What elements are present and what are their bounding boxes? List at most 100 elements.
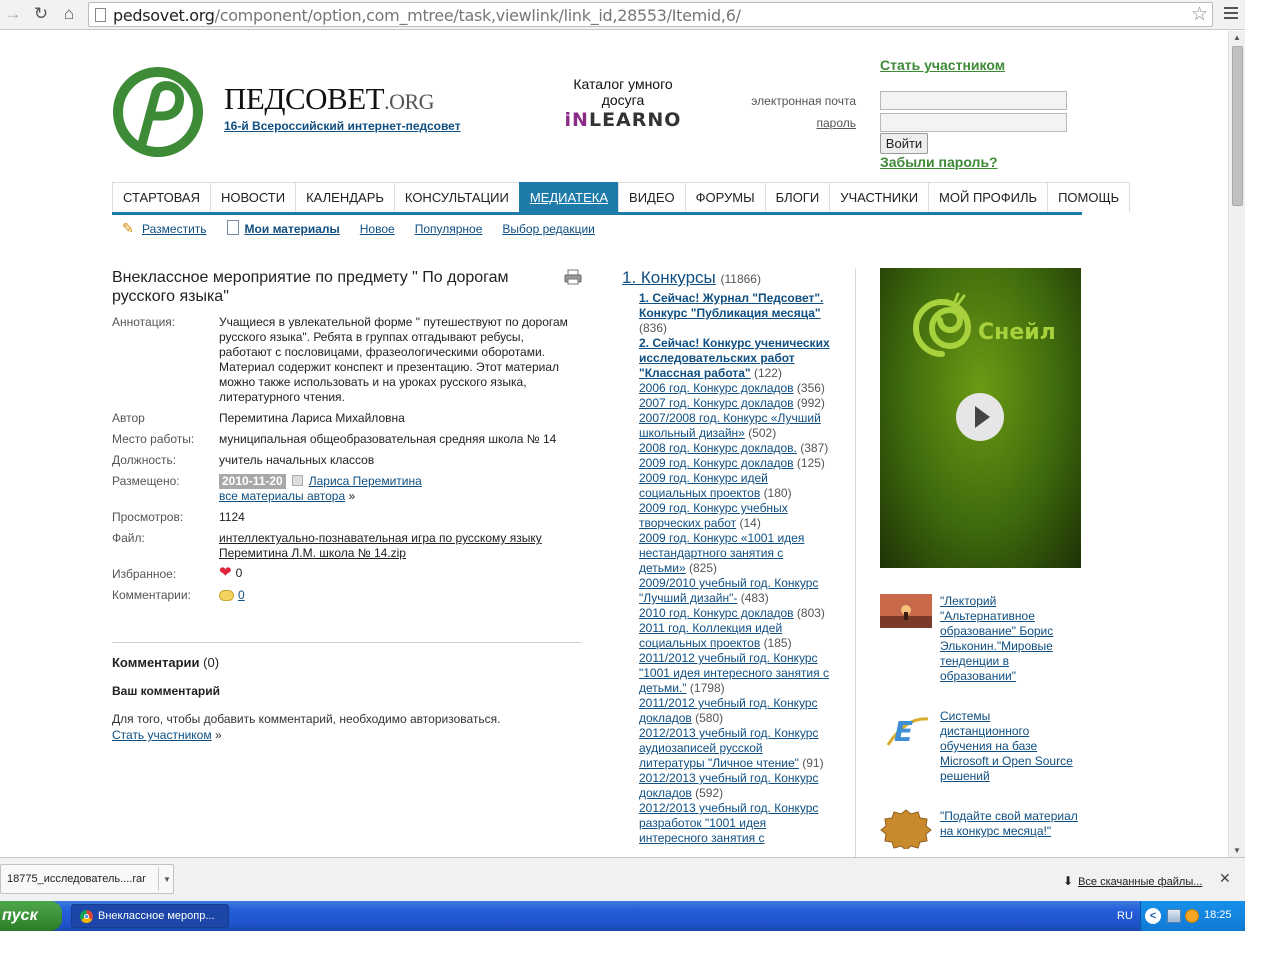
pedsovet-logo-icon[interactable] xyxy=(112,66,204,158)
promo-lectorium[interactable]: "Лекторий "Альтернативное образование" Б… xyxy=(880,594,1080,684)
all-downloads-link[interactable]: ⬇ Все скачанные файлы... xyxy=(1063,874,1202,888)
category-item-link[interactable]: 2006 год. Конкурс докладов xyxy=(639,381,794,395)
nav-start[interactable]: СТАРТОВАЯ xyxy=(112,182,210,212)
email-field[interactable] xyxy=(880,91,1067,110)
subnav-my-materials[interactable]: Мои материалы xyxy=(245,222,340,236)
taskbar-window-button[interactable]: Внеклассное меропр... xyxy=(71,904,229,928)
page-viewport: ПЕДСОВЕТ.ORG 16-й Всероссийский интернет… xyxy=(0,31,1228,857)
comments-count-link[interactable]: 0 xyxy=(238,588,245,602)
site-name[interactable]: ПЕДСОВЕТ.ORG xyxy=(224,81,435,117)
nav-members[interactable]: УЧАСТНИКИ xyxy=(829,182,929,212)
start-button[interactable]: пуск xyxy=(0,901,62,931)
reload-icon[interactable]: ↻ xyxy=(30,4,52,24)
nav-calendar[interactable]: КАЛЕНДАРЬ xyxy=(295,182,394,212)
password-field[interactable] xyxy=(880,113,1067,132)
inlearno-logo: iNLEARNO xyxy=(564,109,682,131)
subnav-new[interactable]: Новое xyxy=(360,222,395,236)
download-item[interactable]: 18775_исследователь....rar ▼ xyxy=(0,864,174,894)
category-item-link[interactable]: 2011 год. Коллекция идей социальных прое… xyxy=(639,621,782,650)
nav-forums[interactable]: ФОРУМЫ xyxy=(684,182,765,212)
category-item-count: (185) xyxy=(763,636,792,650)
favorites-value: ❤ 0 xyxy=(219,564,243,581)
scroll-up-icon[interactable]: ▲ xyxy=(1233,33,1241,42)
file-download-link[interactable]: интеллектуально-познавательная игра по р… xyxy=(219,531,564,561)
nav-my-profile[interactable]: МОЙ ПРОФИЛЬ xyxy=(928,182,1048,212)
category-item-link[interactable]: 2011/2012 учебный год. Конкурс "1001 иде… xyxy=(639,651,829,695)
category-item: 2006 год. Конкурс докладов (356) xyxy=(639,381,832,396)
subnav-popular[interactable]: Популярное xyxy=(415,222,483,236)
all-author-materials-link[interactable]: все материалы автора xyxy=(219,489,345,503)
category-item-link[interactable]: 2012/2013 учебный год. Конкурс разработо… xyxy=(639,801,818,845)
category-item: 2007/2008 год. Конкурс «Лучший школьный … xyxy=(639,411,832,441)
category-item-link[interactable]: 1. Сейчас! Журнал "Педсовет". Конкурс "П… xyxy=(639,291,823,320)
bookmark-star-icon[interactable]: ☆ xyxy=(1191,3,1208,26)
network-icon[interactable] xyxy=(1167,909,1181,923)
posted-date: 2010-11-20 xyxy=(219,474,286,489)
category-item: 2011 год. Коллекция идей социальных прое… xyxy=(639,621,832,651)
category-item-link[interactable]: 2007/2008 год. Конкурс «Лучший школьный … xyxy=(639,411,821,440)
category-item: 2011/2012 учебный год. Конкурс докладов … xyxy=(639,696,832,726)
promo-distance-learning[interactable]: E Системы дистанционного обучения на баз… xyxy=(880,709,1080,784)
tray-app-icon[interactable] xyxy=(1185,909,1199,923)
category-item-link[interactable]: 2009 год. Конкурс докладов xyxy=(639,456,794,470)
svg-text:E: E xyxy=(894,715,913,748)
category-items: 1. Сейчас! Журнал "Педсовет". Конкурс "П… xyxy=(639,291,832,846)
tray-arrow-icon[interactable]: < xyxy=(1145,908,1161,924)
scrollbar-thumb[interactable] xyxy=(1232,46,1243,206)
main-navigation: СТАРТОВАЯ НОВОСТИ КАЛЕНДАРЬ КОНСУЛЬТАЦИИ… xyxy=(112,182,1131,215)
category-item-link[interactable]: 2009 год. Конкурс «1001 идея нестандартн… xyxy=(639,531,804,575)
nav-mediateka[interactable]: МЕДИАТЕКА xyxy=(518,182,619,212)
heart-icon[interactable]: ❤ xyxy=(219,564,232,581)
category-item-link[interactable]: 2009 год. Конкурс учебных творческих раб… xyxy=(639,501,788,530)
category-item-count: (483) xyxy=(740,591,769,605)
tagline-link[interactable]: 16-й Всероссийский интернет-педсовет xyxy=(224,119,461,133)
nav-consultations[interactable]: КОНСУЛЬТАЦИИ xyxy=(393,182,519,212)
category-item-link[interactable]: 2011/2012 учебный год. Конкурс докладов xyxy=(639,696,818,725)
nav-blogs[interactable]: БЛОГИ xyxy=(764,182,830,212)
category-item-link[interactable]: 2. Сейчас! Конкурс ученических исследова… xyxy=(639,336,830,380)
register-link[interactable]: Стать участником xyxy=(880,57,1005,73)
nav-video[interactable]: ВИДЕО xyxy=(618,182,685,212)
language-indicator[interactable]: RU xyxy=(1117,910,1133,922)
category-item-link[interactable]: 2010 год. Конкурс докладов xyxy=(639,606,794,620)
downloads-bar: 18775_исследователь....rar ▼ ⬇ Все скачан… xyxy=(0,857,1245,901)
category-item-link[interactable]: 2008 год. Конкурс докладов. xyxy=(639,441,797,455)
category-item-link[interactable]: 2012/2013 учебный год. Конкурс докладов xyxy=(639,771,818,800)
category-item-count: (387) xyxy=(800,441,829,455)
video-player[interactable]: Снейл xyxy=(880,268,1081,568)
author-value: Перемитина Лариса Михайловна xyxy=(219,411,405,425)
category-title-link[interactable]: 1. Конкурсы xyxy=(622,268,716,287)
category-item: 2008 год. Конкурс докладов. (387) xyxy=(639,441,832,456)
home-icon[interactable]: ⌂ xyxy=(58,4,80,24)
category-item-link[interactable]: 2009/2010 учебный год. Конкурс "Лучший д… xyxy=(639,576,818,605)
document-icon xyxy=(226,220,239,235)
category-item-link[interactable]: 2012/2013 учебный год. Конкурс аудиозапи… xyxy=(639,726,818,770)
browser-menu-icon[interactable] xyxy=(1221,4,1241,24)
category-item-link[interactable]: 2009 год. Конкурс идей социальных проект… xyxy=(639,471,768,500)
your-comment-heading: Ваш комментарий xyxy=(112,684,221,698)
views-value: 1124 xyxy=(219,510,245,524)
category-item: 1. Сейчас! Журнал "Педсовет". Конкурс "П… xyxy=(639,291,832,336)
promo-publication-month[interactable]: "Подайте свой материал на конкурс месяца… xyxy=(880,809,1080,849)
scroll-down-icon[interactable]: ▼ xyxy=(1233,846,1241,855)
subnav-post[interactable]: Разместить xyxy=(142,222,207,236)
author-profile-link[interactable]: Лариса Перемитина xyxy=(309,474,422,488)
category-item-link[interactable]: 2007 год. Конкурс докладов xyxy=(639,396,794,410)
favorites-label: Избранное: xyxy=(112,567,177,581)
sub-navigation: ✎ Разместить Мои материалы Новое Популяр… xyxy=(122,220,615,237)
download-menu-icon[interactable]: ▼ xyxy=(163,875,171,884)
catalog-banner[interactable]: Каталог умного досуга iNLEARNO xyxy=(560,76,686,131)
print-icon[interactable] xyxy=(564,269,582,285)
address-bar[interactable]: pedsovet.org/component/option,com_mtree/… xyxy=(88,2,1213,27)
vertical-scrollbar[interactable]: ▲ ▼ xyxy=(1228,31,1245,857)
close-icon[interactable]: ✕ xyxy=(1219,870,1231,887)
back-arrow-icon[interactable]: → xyxy=(2,4,24,24)
forgot-password-link[interactable]: Забыли пароль? xyxy=(880,154,998,170)
posted-value: 2010-11-20 Лариса Перемитина все материал… xyxy=(219,474,422,503)
category-item-count: (91) xyxy=(802,756,824,770)
login-button[interactable]: Войти xyxy=(880,133,928,154)
nav-help[interactable]: ПОМОЩЬ xyxy=(1047,182,1131,212)
nav-news[interactable]: НОВОСТИ xyxy=(210,182,296,212)
play-button[interactable] xyxy=(956,393,1004,441)
subnav-editors-choice[interactable]: Выбор редакции xyxy=(502,222,594,236)
